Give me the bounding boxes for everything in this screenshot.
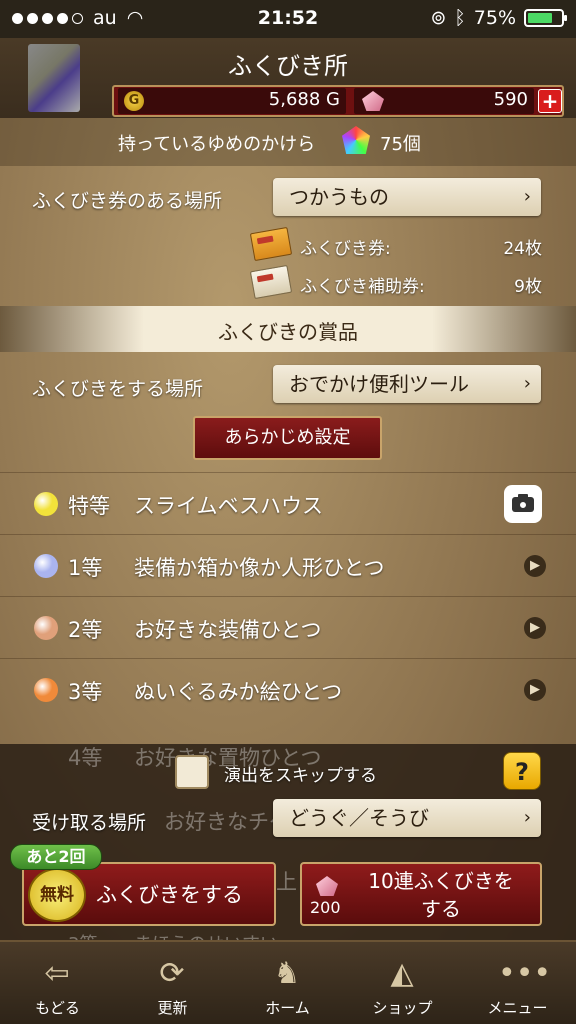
nav-back[interactable]: ⇦ もどる	[0, 942, 115, 1024]
home-dragon-icon: ♞	[273, 956, 301, 991]
prize-row-2[interactable]: 2等 お好きな装備ひとつ ▶	[0, 596, 576, 658]
nav-shop[interactable]: ◭ ショップ	[345, 942, 460, 1024]
draw-button-label: ふくびきをする	[96, 883, 243, 907]
help-button[interactable]: ?	[503, 752, 541, 790]
chevron-right-icon[interactable]: ▶	[524, 555, 546, 577]
prize-name-partial: お好きなチケ	[164, 810, 290, 834]
fukubiki-ticket-icon	[249, 226, 293, 262]
draw-10-label-line1: 10連ふくびきを	[368, 869, 514, 893]
prize-name: ぬいぐるみか絵ひとつ	[134, 680, 343, 704]
bluetooth-icon: ᛒ	[454, 7, 466, 29]
receive-place-label: 受け取る場所	[32, 812, 147, 834]
receive-place-value: どうぐ／そうび	[289, 806, 429, 830]
chevron-right-icon: ›	[523, 373, 531, 394]
prize-name: 装備か箱か像か人形ひとつ	[134, 556, 385, 580]
fukubiki-screen: au ◠ 21:52 ⊚ ᛒ 75% ふくびき所 G 5,688 G 590 +…	[0, 0, 576, 1024]
assist-ticket-icon	[249, 264, 293, 300]
gold-amount: 5,688 G	[268, 89, 340, 110]
nav-refresh[interactable]: ⟳ 更新	[115, 942, 230, 1024]
fragments-count: 75個	[380, 134, 421, 155]
chevron-right-icon: ›	[523, 807, 531, 828]
prize-rank: 2等	[68, 618, 103, 642]
skip-animation-label: 演出をスキップする	[224, 766, 377, 786]
ticket-location-label: ふくびき券のある場所	[32, 190, 223, 212]
tickets-count: 24枚	[503, 239, 542, 259]
nav-home[interactable]: ♞ ホーム	[230, 942, 345, 1024]
prize-row-3[interactable]: 3等 ぬいぐるみか絵ひとつ ▶	[0, 658, 576, 720]
nav-label: メニュー	[487, 999, 548, 1017]
orb-icon	[34, 492, 58, 516]
orb-icon	[34, 616, 58, 640]
add-gems-button[interactable]: +	[538, 89, 562, 113]
prize-rank: 1等	[68, 556, 103, 580]
preset-button[interactable]: あらかじめ設定	[193, 416, 382, 460]
back-arrow-icon: ⇦	[44, 956, 70, 991]
tickets-label: ふくびき券:	[300, 239, 391, 259]
bottom-nav: ⇦ もどる ⟳ 更新 ♞ ホーム ◭ ショップ ••• メニュー	[0, 940, 576, 1024]
draw-10-label: 10連ふくびきを する	[346, 867, 536, 923]
prize-rank: 特等	[68, 494, 110, 518]
assist-tickets-count: 9枚	[514, 277, 542, 297]
prize-name: お好きな装備ひとつ	[134, 618, 322, 642]
free-badge: 無料	[28, 868, 86, 922]
ticket-location-value: つかうもの	[289, 185, 389, 209]
status-right: ⊚ ᛒ 75%	[430, 7, 567, 29]
fragments-label: 持っているゆめのかけら	[118, 134, 316, 155]
prize-header-title: ふくびきの賞品	[218, 320, 358, 344]
prize-name: スライムベスハウス	[134, 494, 323, 518]
nav-label: 更新	[157, 999, 188, 1017]
battery-fill	[528, 13, 552, 23]
orb-icon	[34, 678, 58, 702]
assist-tickets-label: ふくびき補助券:	[300, 277, 425, 297]
status-bar: au ◠ 21:52 ⊚ ᛒ 75%	[0, 0, 576, 38]
prize-rank: 3等	[68, 680, 103, 704]
prize-row-1[interactable]: 1等 装備か箱か像か人形ひとつ ▶	[0, 534, 576, 596]
prize-rank-partial: 4等	[68, 746, 103, 770]
orb-icon	[34, 554, 58, 578]
nav-label: もどる	[35, 999, 80, 1017]
prize-name-partial: 上	[276, 870, 297, 894]
chevron-right-icon[interactable]: ▶	[524, 617, 546, 639]
refresh-icon: ⟳	[159, 956, 185, 991]
page-title: ふくびき所	[228, 52, 348, 80]
remaining-badge: あと2回	[10, 844, 102, 870]
battery-percent: 75%	[473, 7, 516, 29]
draw-place-value: おでかけ便利ツール	[289, 372, 469, 396]
nav-menu[interactable]: ••• メニュー	[460, 942, 575, 1024]
receive-place-select[interactable]: どうぐ／そうび ›	[273, 799, 541, 837]
prize-row-special[interactable]: 特等 スライムベスハウス	[0, 472, 576, 534]
gem-amount: 590	[493, 89, 528, 110]
draw-place-select[interactable]: おでかけ便利ツール ›	[273, 365, 541, 403]
nav-label: ホーム	[265, 999, 310, 1017]
chevron-right-icon[interactable]: ▶	[524, 679, 546, 701]
shop-slime-icon: ◭	[390, 956, 414, 991]
rotation-lock-icon: ⊚	[430, 7, 447, 29]
chevron-right-icon: ›	[523, 186, 531, 207]
gold-coin-icon: G	[124, 91, 144, 111]
menu-dots-icon: •••	[498, 956, 552, 991]
skip-animation-checkbox[interactable]	[175, 755, 209, 789]
camera-button[interactable]	[504, 485, 542, 523]
nav-label: ショップ	[372, 999, 433, 1017]
battery-icon	[524, 9, 567, 27]
ticket-location-select[interactable]: つかうもの ›	[273, 178, 541, 216]
draw-10-cost: 200	[310, 898, 341, 917]
draw-10-label-line2: する	[421, 897, 461, 921]
draw-place-label: ふくびきをする場所	[32, 378, 204, 400]
